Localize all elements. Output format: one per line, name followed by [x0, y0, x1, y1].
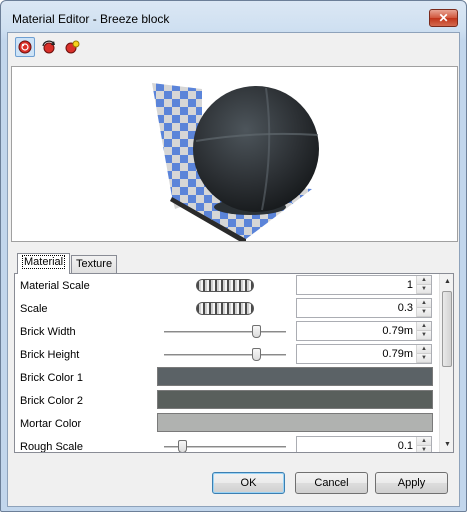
property-mortar-color: Mortar Color — [15, 412, 439, 435]
property-label: Brick Color 2 — [20, 395, 83, 407]
scrollbar-thumb[interactable] — [442, 291, 452, 367]
slider-thumb[interactable] — [177, 440, 187, 452]
light-preview-button[interactable] — [61, 37, 81, 57]
rotate-preview-icon — [42, 40, 55, 54]
material-scale-input[interactable]: 1 ▲ ▼ — [296, 275, 432, 295]
preview-scene — [152, 83, 319, 245]
light-preview-icon — [65, 40, 80, 54]
spin-up-button[interactable]: ▲ — [417, 437, 431, 446]
cancel-button[interactable]: Cancel — [295, 472, 368, 494]
property-label: Scale — [20, 303, 48, 315]
close-button[interactable]: ✕ — [429, 9, 458, 27]
sphere-preview-icon — [18, 40, 32, 54]
apply-button[interactable]: Apply — [375, 472, 448, 494]
property-label: Brick Height — [20, 349, 80, 361]
property-rough-scale: Rough Scale 0.1 ▲ ▼ — [15, 435, 439, 453]
material-preview[interactable] — [11, 66, 458, 245]
title-bar[interactable]: Material Editor - Breeze block ✕ — [1, 1, 466, 33]
spin-down-button[interactable]: ▼ — [417, 331, 431, 340]
scale-jog-wheel[interactable] — [196, 302, 254, 315]
material-scale-jog-wheel[interactable] — [196, 279, 254, 292]
spin-down-button[interactable]: ▼ — [417, 308, 431, 317]
spin-up-button[interactable]: ▲ — [417, 345, 431, 354]
property-label: Brick Color 1 — [20, 372, 83, 384]
brick-height-slider[interactable] — [164, 354, 286, 356]
material-editor-window: Material Editor - Breeze block ✕ Materia… — [0, 0, 467, 512]
scroll-up-arrow-icon[interactable]: ▲ — [440, 274, 453, 289]
property-label: Brick Width — [20, 326, 76, 338]
brick-color-2-swatch[interactable] — [157, 390, 433, 409]
property-label: Material Scale — [20, 280, 90, 292]
preview-toolbar — [15, 37, 95, 59]
brick-color-1-swatch[interactable] — [157, 367, 433, 386]
scroll-down-arrow-icon[interactable]: ▼ — [440, 437, 453, 452]
property-brick-color-2: Brick Color 2 — [15, 389, 439, 412]
tab-material[interactable]: Material — [17, 253, 71, 274]
spin-up-button[interactable]: ▲ — [417, 276, 431, 285]
property-label: Mortar Color — [20, 418, 82, 430]
spin-down-button[interactable]: ▼ — [417, 354, 431, 363]
properties-scrollbar[interactable]: ▲ ▼ — [439, 274, 453, 452]
window-title: Material Editor - Breeze block — [12, 12, 170, 26]
brick-width-input[interactable]: 0.79m ▲ ▼ — [296, 321, 432, 341]
material-properties-panel: Material Scale 1 ▲ ▼ Scale 0.3 ▲ ▼ Brick W… — [14, 273, 454, 453]
property-brick-width: Brick Width 0.79m ▲ ▼ — [15, 320, 439, 343]
ok-button[interactable]: OK — [212, 472, 285, 494]
property-brick-height: Brick Height 0.79m ▲ ▼ — [15, 343, 439, 366]
property-scale: Scale 0.3 ▲ ▼ — [15, 297, 439, 320]
mortar-color-swatch[interactable] — [157, 413, 433, 432]
preview-sphere — [193, 86, 319, 212]
rough-scale-input[interactable]: 0.1 ▲ ▼ — [296, 436, 432, 452]
spin-down-button[interactable]: ▼ — [417, 285, 431, 294]
tab-texture[interactable]: Texture — [71, 255, 118, 273]
property-label: Rough Scale — [20, 441, 83, 453]
brick-width-slider[interactable] — [164, 331, 286, 333]
spin-down-button[interactable]: ▼ — [417, 446, 431, 452]
brick-height-input[interactable]: 0.79m ▲ ▼ — [296, 344, 432, 364]
property-material-scale: Material Scale 1 ▲ ▼ — [15, 274, 439, 297]
scale-input[interactable]: 0.3 ▲ ▼ — [296, 298, 432, 318]
property-brick-color-1: Brick Color 1 — [15, 366, 439, 389]
slider-thumb[interactable] — [252, 325, 262, 338]
spin-up-button[interactable]: ▲ — [417, 322, 431, 331]
dialog-client: Material Texture Material Scale 1 ▲ ▼ Sca… — [7, 32, 460, 507]
slider-thumb[interactable] — [252, 348, 262, 361]
spin-up-button[interactable]: ▲ — [417, 299, 431, 308]
sphere-preview-button[interactable] — [15, 37, 35, 57]
rotate-preview-button[interactable] — [38, 37, 58, 57]
